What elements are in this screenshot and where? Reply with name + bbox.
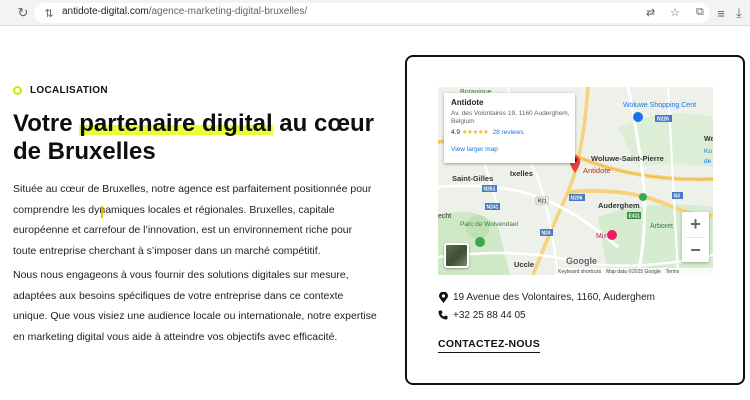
address-bar[interactable]: ⇅ antidote-digital.com/agence-marketing-…	[34, 3, 710, 23]
download-icon[interactable]: ⤓	[730, 4, 748, 22]
map-poi-icon	[633, 112, 643, 122]
svg-text:N241: N241	[487, 205, 499, 211]
place-address: Av. des Volontaires 19, 1160 Auderghem, …	[451, 110, 570, 125]
svg-text:E411: E411	[629, 214, 641, 220]
park-icon	[475, 237, 485, 247]
place-info-window: Antidote Av. des Volontaires 19, 1160 Au…	[444, 93, 575, 163]
contact-phone[interactable]: +32 25 88 44 05	[453, 310, 526, 321]
svg-text:Mix: Mix	[596, 233, 607, 240]
svg-text:Woluwe-Saint-Pierre: Woluwe-Saint-Pierre	[591, 154, 664, 163]
svg-text:Arboret: Arboret	[650, 223, 673, 230]
svg-text:Woluwe Shopping Cent: Woluwe Shopping Cent	[623, 102, 696, 109]
eyebrow-dot-icon	[13, 86, 22, 95]
map-attribution: Keyboard shortcuts Map data ©2025 Google…	[556, 268, 713, 276]
tab-search-icon[interactable]: ≡	[712, 4, 730, 22]
svg-text:de: de	[704, 158, 712, 165]
svg-text:N206: N206	[571, 196, 583, 202]
text-cursor	[101, 206, 103, 218]
place-title: Antidote	[451, 98, 484, 107]
svg-text:Ko: Ko	[704, 148, 712, 155]
extensions-icon[interactable]: ⧉	[696, 6, 704, 19]
zoom-in-button[interactable]: +	[682, 212, 709, 237]
shopping-icon	[607, 230, 617, 240]
svg-text:N3: N3	[674, 194, 681, 200]
headline-highlight: partenaire digital	[79, 110, 273, 137]
svg-text:N24: N24	[542, 231, 551, 237]
phone-icon	[438, 309, 448, 321]
section-eyebrow: LOCALISATION	[13, 85, 108, 96]
rating-stars-icon: ★★★★★	[461, 129, 489, 136]
translate-icon[interactable]: ⇄	[646, 6, 655, 19]
location-marker-icon	[438, 291, 448, 303]
reviews-link[interactable]: 28 reviews	[493, 129, 524, 136]
map-data-text: Map data ©2025 Google	[606, 269, 661, 275]
view-larger-map-link[interactable]: View larger map	[451, 146, 498, 153]
svg-text:We: We	[704, 136, 713, 143]
bookmark-star-icon[interactable]: ☆	[670, 6, 680, 19]
svg-text:N226: N226	[657, 117, 669, 123]
place-rating: 4.9 ★★★★★ 28 reviews	[451, 129, 524, 136]
zoom-out-button[interactable]: −	[682, 238, 709, 263]
svg-text:Ixelles: Ixelles	[510, 169, 533, 178]
section-headline: Votre partenaire digital au cœur de Brux…	[13, 110, 374, 165]
contact-phone-row: +32 25 88 44 05	[438, 309, 526, 321]
keyboard-shortcuts-link[interactable]: Keyboard shortcuts	[558, 269, 601, 275]
satellite-toggle-button[interactable]	[444, 243, 469, 268]
svg-text:echt: echt	[438, 213, 451, 220]
svg-text:Saint-Gilles: Saint-Gilles	[452, 174, 493, 183]
map-zoom-control: + −	[682, 212, 709, 262]
contact-address-row: 19 Avenue des Volontaires, 1160, Audergh…	[438, 291, 655, 303]
contact-address: 19 Avenue des Volontaires, 1160, Audergh…	[453, 291, 656, 303]
park-icon	[639, 193, 647, 201]
google-logo: Google	[566, 256, 597, 266]
svg-text:Antidote: Antidote	[583, 166, 611, 175]
svg-text:Auderghem: Auderghem	[598, 201, 640, 210]
intro-paragraph: Située au cœur de Bruxelles, notre agenc…	[13, 183, 372, 257]
svg-text:Parc de Wolvendael: Parc de Wolvendael	[460, 221, 519, 228]
contact-us-link[interactable]: CONTACTEZ-NOUS	[438, 338, 540, 353]
eyebrow-label: LOCALISATION	[30, 85, 108, 96]
svg-text:N261: N261	[484, 187, 496, 193]
svg-text:Uccle: Uccle	[514, 260, 534, 269]
terms-link[interactable]: Terms	[666, 269, 680, 275]
url-text: antidote-digital.com/agence-marketing-di…	[62, 6, 308, 17]
browser-toolbar: ↻ ⇅ antidote-digital.com/agence-marketin…	[0, 0, 750, 26]
site-settings-icon[interactable]: ⇅	[42, 6, 56, 20]
reload-icon[interactable]: ↻	[14, 4, 32, 22]
commitment-paragraph: Nous nous engageons à vous fournir des s…	[13, 269, 377, 343]
svg-text:R21: R21	[538, 199, 547, 205]
